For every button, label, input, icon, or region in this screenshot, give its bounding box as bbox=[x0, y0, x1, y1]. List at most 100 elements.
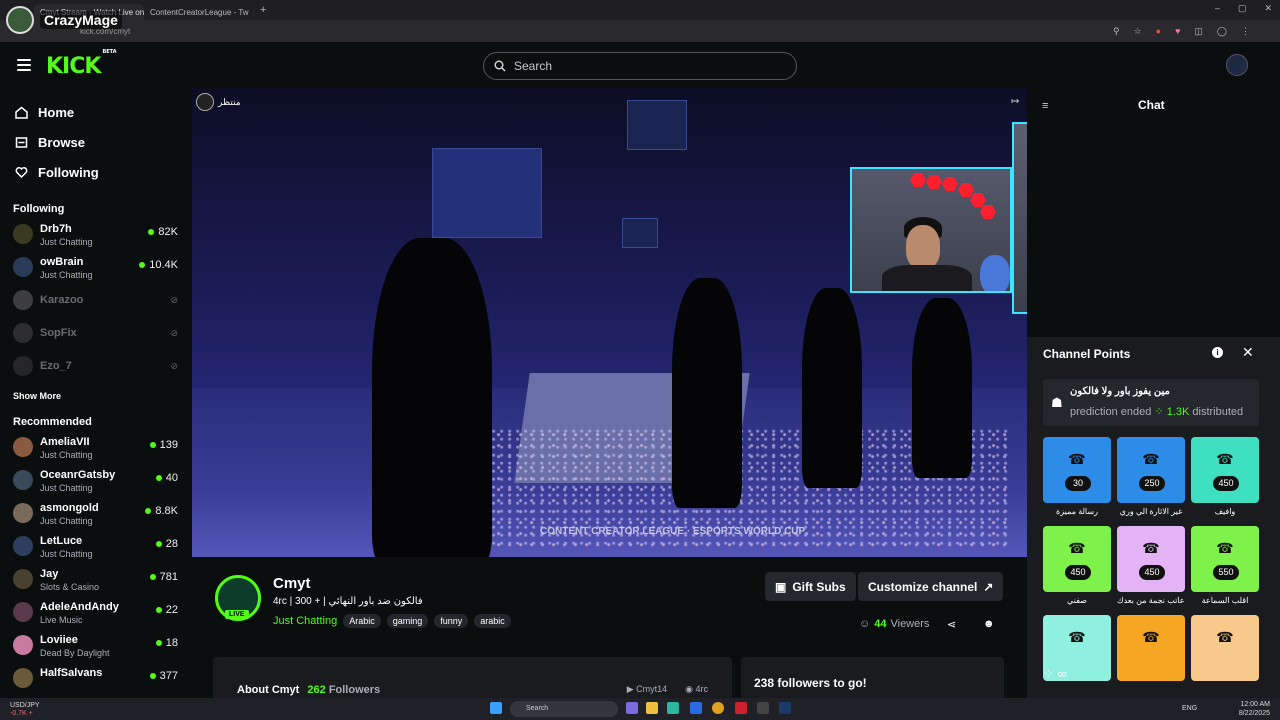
tag-chip[interactable]: Arabic bbox=[343, 614, 381, 628]
avatar bbox=[13, 437, 33, 457]
points-balance[interactable]: ⁘ ∞ bbox=[1043, 666, 1067, 682]
search-input[interactable]: Search bbox=[483, 52, 797, 80]
sidebar-channel[interactable]: owBrain Just Chatting 10.4K bbox=[0, 251, 192, 284]
sidebar-channel[interactable]: Loviiee Dead By Daylight 18 bbox=[0, 629, 192, 662]
channel-name[interactable]: Cmyt bbox=[273, 575, 311, 592]
close-window-button[interactable]: ✕ bbox=[1264, 3, 1272, 14]
channel-category: Just Chatting bbox=[40, 450, 93, 460]
close-icon[interactable]: ✕ bbox=[253, 8, 254, 17]
reward-icon: ☎ bbox=[1142, 629, 1160, 645]
sidebar-item-label: Home bbox=[38, 104, 75, 120]
reward-item[interactable]: ☎ 30 رسالة مميزة bbox=[1043, 437, 1111, 519]
expand-icon[interactable]: ↦ bbox=[1011, 96, 1019, 107]
sidebar-channel[interactable]: AdeleAndAndy Live Music 22 bbox=[0, 596, 192, 629]
follow-user-icon[interactable]: ☻ bbox=[983, 618, 995, 630]
ticker-widget[interactable]: USD/JPY -0.7K + bbox=[10, 702, 40, 718]
viewer-number: 781 bbox=[159, 571, 178, 583]
sidebar-item-home[interactable]: Home bbox=[0, 97, 192, 127]
collapse-chat-icon[interactable]: ≡ bbox=[1042, 100, 1048, 112]
profile-icon[interactable]: ◯ bbox=[1217, 26, 1227, 37]
customize-channel-button[interactable]: Customize channel ↗ bbox=[858, 572, 1004, 601]
menu-icon[interactable]: ⋮ bbox=[1241, 26, 1250, 37]
live-dot-icon bbox=[155, 475, 162, 481]
app-icon[interactable] bbox=[757, 702, 769, 714]
sidebar-item-label: Browse bbox=[38, 134, 85, 150]
avatar bbox=[13, 536, 33, 556]
sidebar-channel[interactable]: Drb7h Just Chatting 82K bbox=[0, 218, 192, 251]
reward-item[interactable]: ☎ 450 وافيف bbox=[1191, 437, 1259, 519]
sidebar-channel[interactable]: Karazoo ⊘ bbox=[0, 284, 192, 317]
sidebar-channel[interactable]: LetLuce Just Chatting 28 bbox=[0, 530, 192, 563]
zoom-icon[interactable]: ⚲ bbox=[1113, 26, 1120, 37]
chrome-icon[interactable] bbox=[712, 702, 724, 714]
youtube-link[interactable]: ▶ Cmyt14 bbox=[627, 684, 667, 695]
show-more-button[interactable]: Show More bbox=[0, 383, 192, 407]
gift-subs-button[interactable]: ▣ Gift Subs bbox=[765, 572, 856, 601]
outlook-icon[interactable] bbox=[690, 702, 702, 714]
reward-item[interactable]: ☎ 250 غير الاثارة الي وري bbox=[1117, 437, 1185, 519]
reward-card[interactable]: ☎ 30 bbox=[1043, 437, 1111, 503]
star-icon[interactable]: ☆ bbox=[1134, 26, 1142, 37]
reward-card[interactable]: ☎ 550 bbox=[1191, 526, 1259, 592]
category-link[interactable]: Just Chatting bbox=[273, 615, 337, 627]
folder-icon[interactable] bbox=[646, 702, 658, 714]
app-icon[interactable] bbox=[735, 702, 747, 714]
user-avatar[interactable] bbox=[1226, 54, 1248, 76]
chat-title: Chat bbox=[1138, 98, 1165, 112]
windows-start-icon[interactable] bbox=[490, 702, 502, 714]
extension-icon[interactable]: ♥ bbox=[1175, 26, 1180, 37]
reward-card[interactable]: ☎ 450 bbox=[1043, 526, 1111, 592]
goal-text: 238 followers to go! bbox=[754, 676, 867, 690]
reward-item[interactable]: ☎ bbox=[1117, 615, 1185, 681]
share-icon[interactable]: ⋖ bbox=[947, 618, 956, 631]
prediction-card[interactable]: ☗ مين يفوز باور ولا فالكون prediction en… bbox=[1043, 379, 1259, 426]
sidebar-channel[interactable]: OceanrGatsby Just Chatting 40 bbox=[0, 464, 192, 497]
sidebar-channel[interactable]: asmongold Just Chatting 8.8K bbox=[0, 497, 192, 530]
tag-chip[interactable]: gaming bbox=[386, 614, 429, 628]
sidebar-channel[interactable]: SopFix ⊘ bbox=[0, 317, 192, 350]
puzzle-icon[interactable]: ◫ bbox=[1194, 26, 1203, 37]
reward-card[interactable]: ☎ bbox=[1117, 615, 1185, 681]
info-icon[interactable]: i bbox=[1212, 347, 1223, 358]
reward-icon: ☎ bbox=[1142, 451, 1160, 467]
tag-chip[interactable]: arabic bbox=[474, 614, 511, 628]
sidebar-channel[interactable]: Jay Slots & Casino 781 bbox=[0, 563, 192, 596]
maximize-button[interactable]: ▢ bbox=[1238, 3, 1247, 14]
recommended-heading: Recommended bbox=[13, 416, 92, 428]
reward-icon: ☎ bbox=[1068, 629, 1086, 645]
sidebar-channel[interactable]: Ezo_7 ⊘ bbox=[0, 350, 192, 383]
reward-item[interactable]: ☎ bbox=[1191, 615, 1259, 681]
clock[interactable]: 12:00 AM 8/22/2025 bbox=[1239, 700, 1270, 718]
language-indicator[interactable]: ENG bbox=[1182, 705, 1197, 712]
sidebar-channel[interactable]: HalfSalvans 377 bbox=[0, 662, 192, 695]
reward-item[interactable]: ☎ 550 اقلب السماعة bbox=[1191, 526, 1259, 608]
menu-icon[interactable] bbox=[17, 59, 31, 71]
sidebar-channel[interactable]: AmeliaVII Just Chatting 139 bbox=[0, 431, 192, 464]
reward-item[interactable]: ☎ 450 اعاتب نجمة من بعدك bbox=[1117, 526, 1185, 608]
tag-chip[interactable]: funny bbox=[434, 614, 469, 628]
offline-icon: ⊘ bbox=[170, 361, 178, 371]
kick-logo[interactable]: KICKBETA bbox=[46, 49, 117, 79]
minimize-button[interactable]: – bbox=[1215, 3, 1220, 14]
close-icon[interactable]: ✕ bbox=[1242, 344, 1254, 361]
taskbar-search[interactable]: Search bbox=[510, 701, 618, 717]
steam-icon[interactable] bbox=[779, 702, 791, 714]
browser-tab-twitch[interactable]: ContentCreatorLeague - Tw ✕ bbox=[144, 4, 254, 20]
reward-item[interactable]: ☎ 450 صفني bbox=[1043, 526, 1111, 608]
discord-link[interactable]: ◉ 4rc bbox=[685, 684, 708, 695]
extension-icon[interactable]: ● bbox=[1156, 26, 1161, 37]
channel-category: Just Chatting bbox=[40, 237, 93, 247]
reward-card[interactable]: ☎ 450 bbox=[1117, 526, 1185, 592]
new-tab-button[interactable]: + bbox=[260, 4, 266, 16]
edge-icon[interactable] bbox=[667, 702, 679, 714]
sidebar-item-browse[interactable]: Browse bbox=[0, 127, 192, 157]
live-dot-icon bbox=[139, 262, 146, 268]
video-player[interactable]: منتظر ↦ CONTENT CREATOR LEAGUE · ESPORTS… bbox=[192, 88, 1027, 557]
app-icon[interactable] bbox=[626, 702, 638, 714]
reward-card[interactable]: ☎ bbox=[1191, 615, 1259, 681]
reward-card[interactable]: ☎ 250 bbox=[1117, 437, 1185, 503]
reward-cost: 30 bbox=[1065, 476, 1091, 491]
avatar bbox=[13, 356, 33, 376]
sidebar-item-following[interactable]: Following bbox=[0, 157, 192, 187]
reward-card[interactable]: ☎ 450 bbox=[1191, 437, 1259, 503]
